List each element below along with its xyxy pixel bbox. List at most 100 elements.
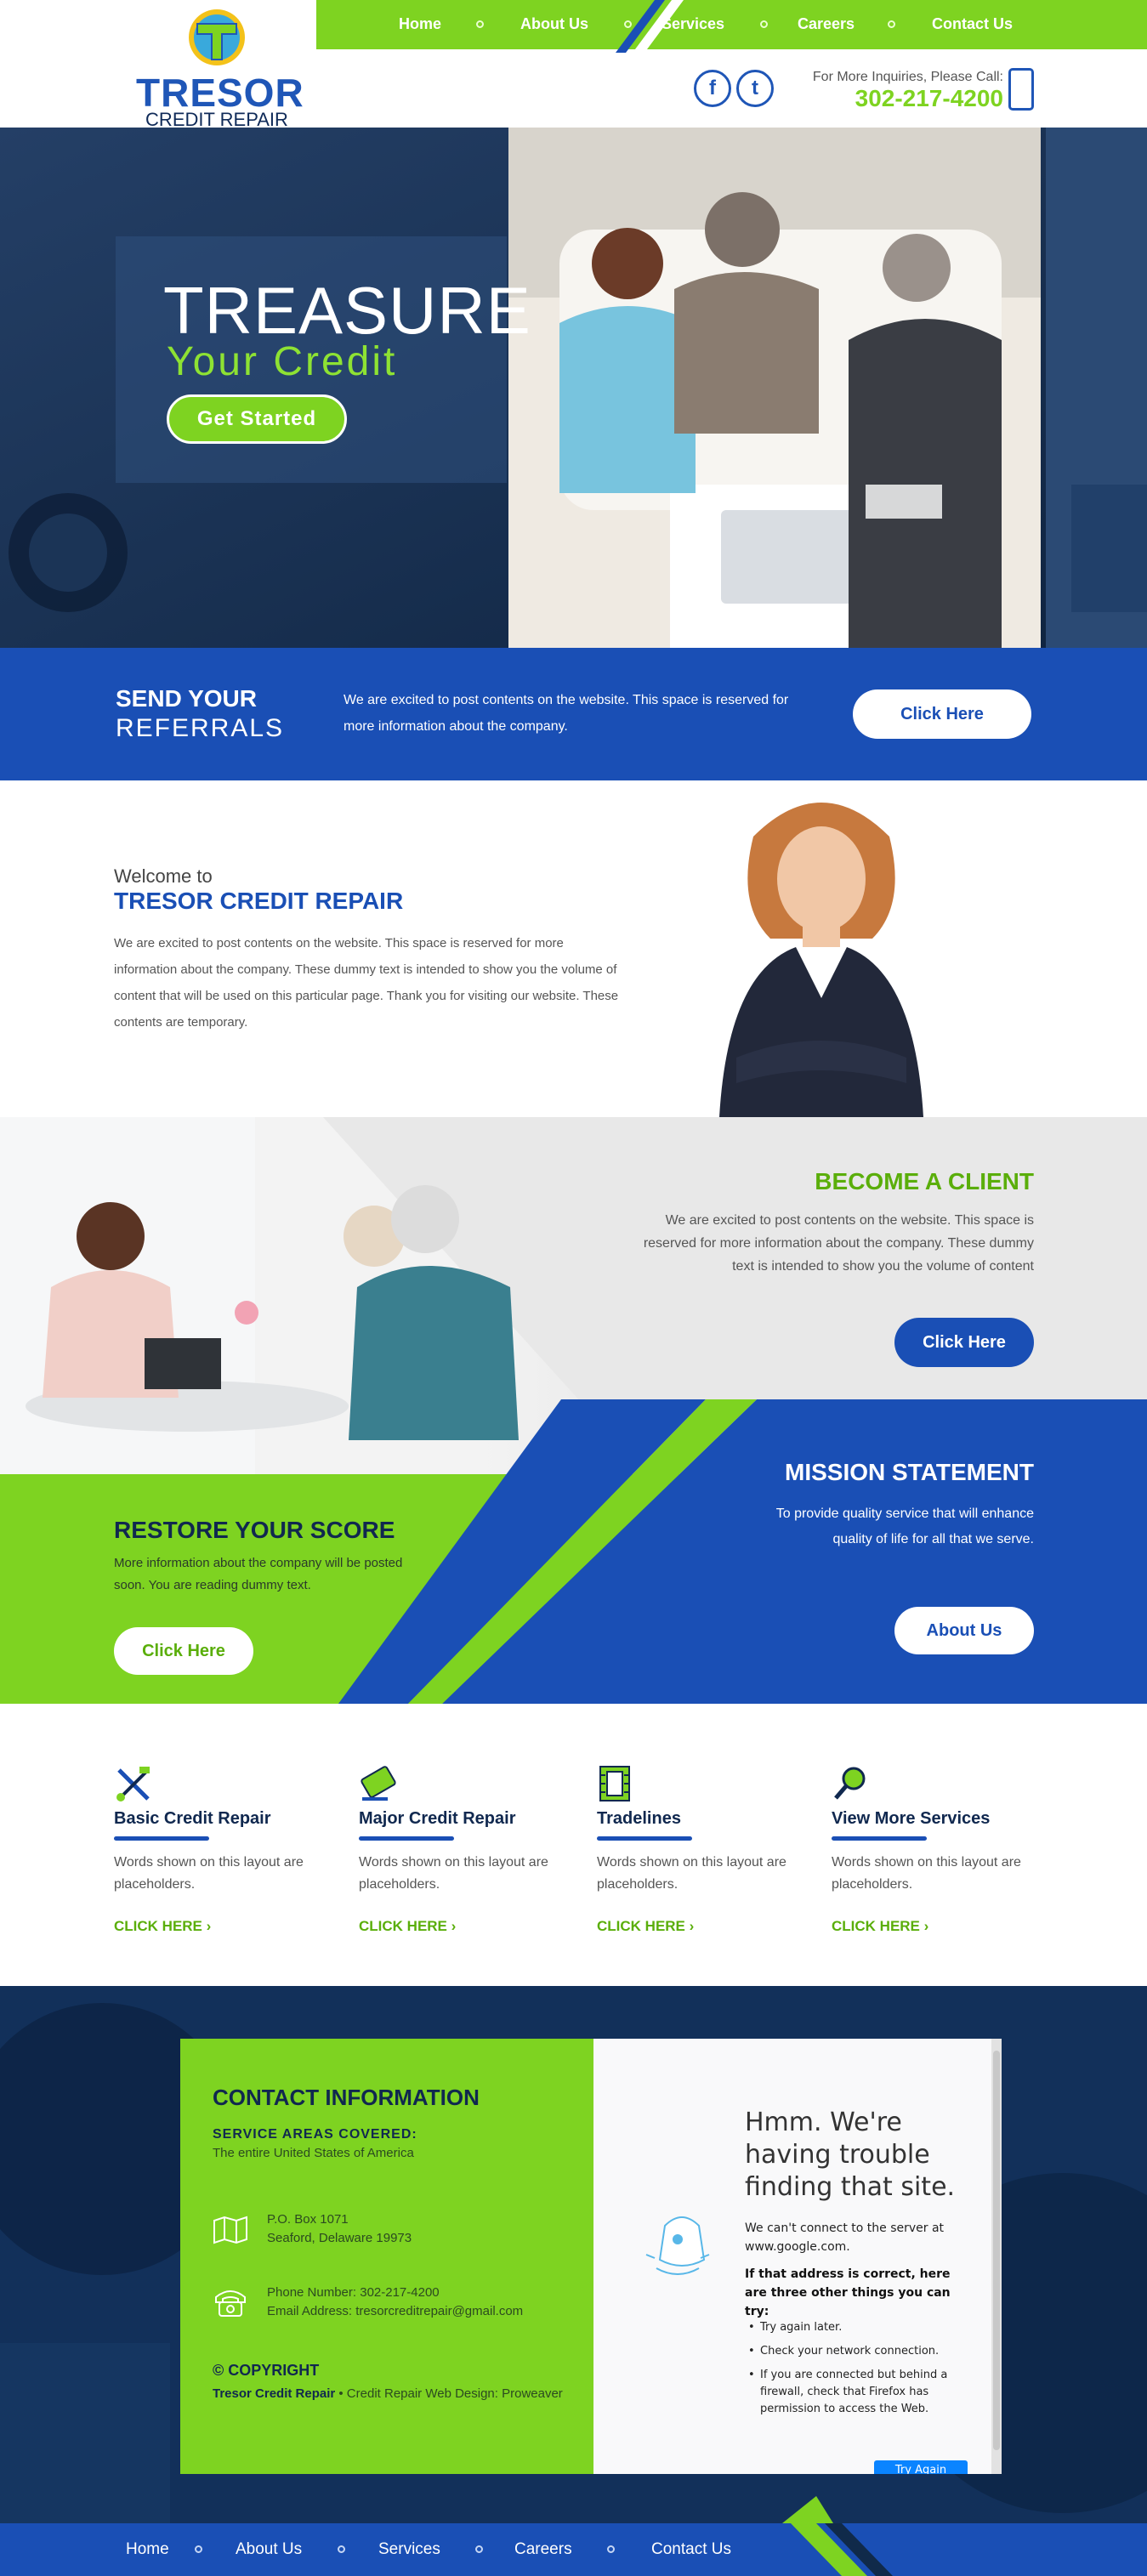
telephone-icon xyxy=(215,2290,246,2317)
footer-separator xyxy=(195,2545,202,2553)
twitter-icon[interactable]: t xyxy=(736,70,774,107)
copyright-company: Tresor Credit Repair xyxy=(213,2386,336,2401)
hero-photo-people-meeting xyxy=(508,128,1041,648)
service-click-here-link[interactable]: CLICK HERE › xyxy=(597,1918,694,1935)
become-client-body: We are excited to post contents on the w… xyxy=(643,1213,1034,1274)
services-section: Basic Credit Repair Words shown on this … xyxy=(0,1704,1147,1986)
brand-logo[interactable]: TRESOR CREDIT REPAIR xyxy=(136,5,304,130)
restore-title: RESTORE YOUR SCORE xyxy=(114,1517,395,1543)
error-heading: Hmm. We're having trouble finding that s… xyxy=(745,2108,956,2202)
service-click-here-link[interactable]: CLICK HERE › xyxy=(832,1918,928,1935)
referrals-click-here-button[interactable]: Click Here xyxy=(853,689,1031,739)
header-phone[interactable]: 302-217-4200 xyxy=(816,85,1003,112)
welcome-kicker: Welcome to xyxy=(114,865,213,887)
become-client-title: BECOME A CLIENT xyxy=(815,1168,1034,1194)
scrollbar-thumb[interactable] xyxy=(993,2051,1000,2450)
restore-mission-section: RESTORE YOUR SCORE More information abou… xyxy=(0,1399,1147,1704)
businesswoman-photo xyxy=(719,803,923,1117)
referrals-title-line1: SEND YOUR xyxy=(116,685,257,712)
error-illustration-icon xyxy=(645,2216,710,2275)
main-nav: Home About Us Services Careers Contact U… xyxy=(316,0,1147,53)
film-strip-icon xyxy=(599,1766,630,1801)
inquiry-label: For More Inquiries, Please Call: xyxy=(812,70,1003,84)
mission-body: To provide quality service that will enh… xyxy=(775,1506,1034,1546)
footer-stripe-decoration xyxy=(791,2523,893,2576)
footer-separator xyxy=(338,2545,345,2553)
contact-email[interactable]: Email Address: tresorcreditrepair@gmail.… xyxy=(267,2304,523,2318)
service-name: Basic Credit Repair xyxy=(114,1809,271,1828)
service-underline xyxy=(114,1836,209,1841)
service-name: Major Credit Repair xyxy=(359,1809,516,1828)
service-underline xyxy=(597,1836,692,1841)
magnifier-icon xyxy=(834,1767,866,1800)
copyright-credit: Tresor Credit Repair • Credit Repair Web… xyxy=(213,2384,570,2404)
frame-scrollbar[interactable] xyxy=(991,2039,1002,2474)
restore-click-here-button[interactable]: Click Here xyxy=(114,1627,253,1675)
service-underline xyxy=(359,1836,454,1841)
nav-separator xyxy=(624,20,632,28)
service-areas-value: The entire United States of America xyxy=(213,2146,414,2160)
service-body: Words shown on this layout are placehold… xyxy=(359,1855,548,1892)
site-header: TRESOR CREDIT REPAIR Home About Us Servi… xyxy=(0,0,1147,130)
contact-title: CONTACT INFORMATION xyxy=(213,2085,480,2110)
footer-home[interactable]: Home xyxy=(126,2540,169,2559)
service-body: Words shown on this layout are placehold… xyxy=(832,1855,1021,1892)
credit-card-icon xyxy=(361,1766,396,1801)
become-client-button[interactable]: Click Here xyxy=(894,1318,1034,1367)
nav-about-us[interactable]: About Us xyxy=(520,15,588,33)
referrals-body: We are excited to post contents on the w… xyxy=(344,693,789,734)
footer-services[interactable]: Services xyxy=(378,2540,440,2559)
copyright-web-design[interactable]: • Credit Repair Web Design: Proweaver xyxy=(335,2386,562,2401)
footer-separator xyxy=(607,2545,615,2553)
footer-nav: Home About Us Services Careers Contact U… xyxy=(0,2523,1147,2576)
hero-banner: TREASURE Your Credit Get Started xyxy=(0,128,1147,648)
mobile-phone-icon xyxy=(1008,68,1034,111)
error-suggestion-intro: If that address is correct, here are thr… xyxy=(745,2267,951,2318)
copyright-heading: © COPYRIGHT xyxy=(213,2362,320,2379)
service-body: Words shown on this layout are placehold… xyxy=(597,1855,786,1892)
nav-careers[interactable]: Careers xyxy=(798,15,855,33)
contact-card: CONTACT INFORMATION SERVICE AREAS COVERE… xyxy=(180,2039,593,2474)
address-line1: P.O. Box 1071 xyxy=(267,2212,349,2227)
logo-emblem-icon xyxy=(189,9,245,65)
welcome-title: TRESOR CREDIT REPAIR xyxy=(114,888,404,914)
about-us-button[interactable]: About Us xyxy=(894,1607,1034,1654)
service-click-here-link[interactable]: CLICK HERE › xyxy=(359,1918,456,1935)
nav-separator xyxy=(888,20,895,28)
error-suggestion-item: Check your network connection. xyxy=(748,2343,973,2360)
nav-separator xyxy=(476,20,484,28)
facebook-icon[interactable]: f xyxy=(694,70,731,107)
get-started-button[interactable]: Get Started xyxy=(167,394,347,444)
contact-section: CONTACT INFORMATION SERVICE AREAS COVERE… xyxy=(0,1986,1147,2523)
nav-services[interactable]: Services xyxy=(662,15,724,33)
hero-subtitle: Your Credit xyxy=(167,339,398,384)
service-body: Words shown on this layout are placehold… xyxy=(114,1855,304,1892)
footer-contact-us[interactable]: Contact Us xyxy=(651,2540,731,2559)
error-message: We can't connect to the server at www.go… xyxy=(745,2221,945,2254)
service-name: Tradelines xyxy=(597,1809,681,1828)
try-again-button[interactable]: Try Again xyxy=(874,2460,968,2474)
nav-home[interactable]: Home xyxy=(399,15,441,33)
page: TRESOR CREDIT REPAIR Home About Us Servi… xyxy=(0,0,1147,2576)
welcome-section: Welcome to TRESOR CREDIT REPAIR We are e… xyxy=(0,780,1147,1117)
error-suggestion-item: If you are connected but behind a firewa… xyxy=(748,2367,973,2418)
referrals-banner: SEND YOUR REFERRALS We are excited to po… xyxy=(0,648,1147,780)
nav-separator xyxy=(760,20,768,28)
restore-body: More information about the company will … xyxy=(114,1556,403,1592)
map-embed-error-frame: Hmm. We're having trouble finding that s… xyxy=(593,2039,1002,2474)
mission-title: MISSION STATEMENT xyxy=(785,1459,1034,1485)
contact-phone[interactable]: Phone Number: 302-217-4200 xyxy=(267,2285,440,2300)
footer-separator xyxy=(475,2545,483,2553)
tools-icon xyxy=(116,1767,150,1801)
service-underline xyxy=(832,1836,927,1841)
error-suggestion-item: Try again later. xyxy=(748,2319,973,2336)
address-line2: Seaford, Delaware 19973 xyxy=(267,2231,412,2245)
service-click-here-link[interactable]: CLICK HERE › xyxy=(114,1918,211,1935)
footer-about-us[interactable]: About Us xyxy=(236,2540,302,2559)
service-areas-label: SERVICE AREAS COVERED: xyxy=(213,2127,417,2142)
nav-contact-us[interactable]: Contact Us xyxy=(932,15,1013,33)
footer-careers[interactable]: Careers xyxy=(514,2540,572,2559)
map-icon xyxy=(213,2216,247,2244)
service-name: View More Services xyxy=(832,1809,991,1828)
welcome-body: We are excited to post contents on the w… xyxy=(114,936,619,1030)
